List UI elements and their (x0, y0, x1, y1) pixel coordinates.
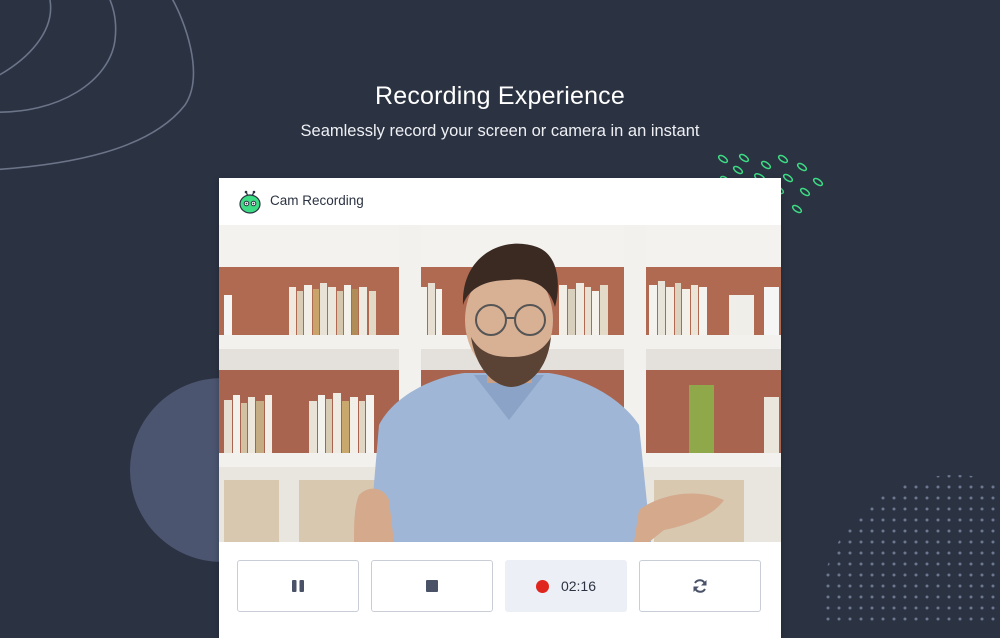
recording-controls: 02:16 (219, 542, 781, 638)
webcam-feed-image (219, 225, 781, 542)
page-subtitle: Seamlessly record your screen or camera … (300, 122, 700, 140)
pause-icon (292, 580, 304, 592)
card-header: Cam Recording (219, 178, 781, 225)
robot-logo-icon (239, 190, 261, 214)
recording-timer: 02:16 (505, 560, 627, 612)
stop-button[interactable] (371, 560, 493, 612)
record-dot-icon (535, 579, 549, 593)
recording-card: Cam Recording 02:16 (219, 178, 781, 638)
page-title: Recording Experience (375, 82, 625, 110)
restart-button[interactable] (639, 560, 761, 612)
card-title: Cam Recording (270, 193, 364, 208)
pause-button[interactable] (237, 560, 359, 612)
timer-value: 02:16 (560, 578, 597, 594)
refresh-icon (693, 579, 707, 593)
stop-icon (426, 580, 438, 592)
camera-preview (219, 225, 781, 542)
